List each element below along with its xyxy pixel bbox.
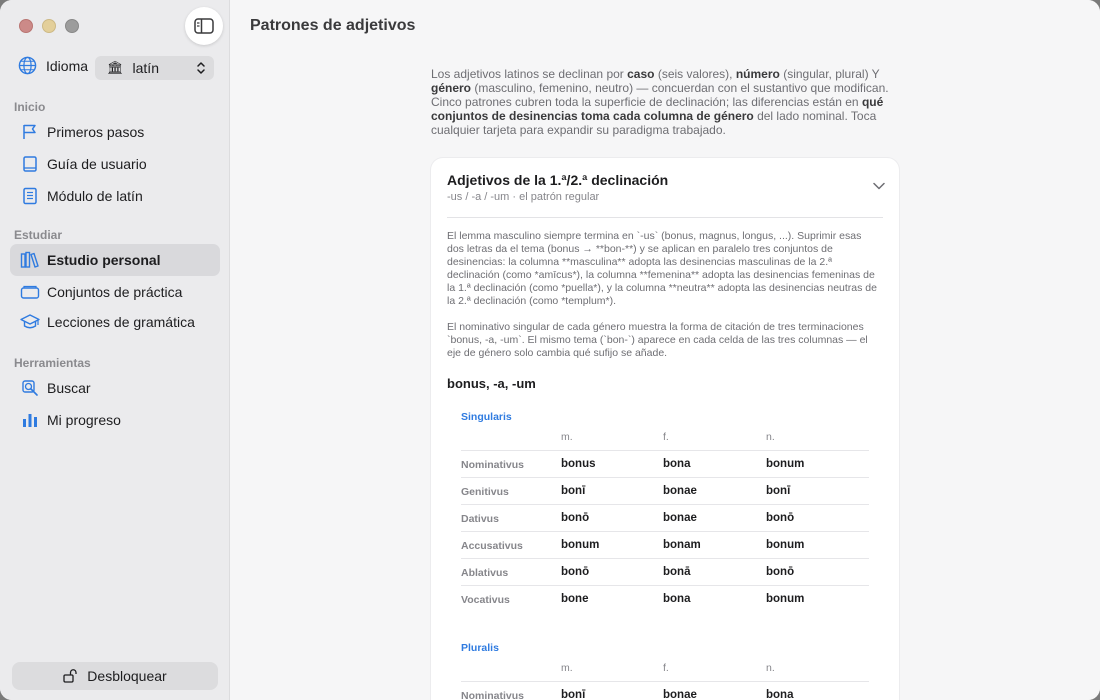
table-row: Nominativus bonī bonae bona (461, 681, 869, 700)
zoom-window-button[interactable] (65, 19, 79, 33)
sidebar-toggle-icon (194, 18, 214, 34)
form-cell: bonō (766, 512, 795, 524)
form-cell: bonō (561, 512, 590, 524)
book-icon (19, 153, 41, 175)
window-controls (19, 19, 79, 33)
sidebar-item-label: Módulo de latín (47, 188, 143, 204)
case-label: Ablativus (461, 567, 509, 579)
form-cell: bonum (766, 539, 805, 551)
intro-text: Los adjetivos latinos se declinan por ca… (431, 67, 889, 137)
form-cell: bonum (766, 458, 805, 470)
form-cell: bonī (561, 485, 586, 497)
sidebar-item-mi-progreso[interactable]: Mi progreso (10, 404, 220, 436)
notebook-icon (19, 185, 41, 207)
form-cell: bonus (561, 458, 596, 470)
app-window: Idioma 🏛 latín Inicio Primeros pasos Guí… (0, 0, 1100, 700)
sidebar: Idioma 🏛 latín Inicio Primeros pasos Guí… (0, 0, 230, 700)
search-icon (19, 377, 41, 399)
column-header: m. (561, 431, 573, 443)
form-cell: bonī (561, 689, 586, 700)
number-label-singular: Singularis (461, 411, 512, 423)
cards-icon (19, 281, 41, 303)
form-cell: bonum (561, 539, 600, 551)
lemma-heading: bonus, -a, -um (447, 376, 536, 391)
unlock-icon (63, 669, 79, 683)
updown-chevron-icon (197, 62, 205, 74)
table-row: Genitivus bonī bonae bonī (461, 477, 869, 504)
language-row: Idioma 🏛 latín (18, 56, 214, 80)
card-title: Adjetivos de la 1.ª/2.ª declinación (447, 172, 669, 188)
form-cell: bona (766, 689, 794, 700)
sidebar-item-label: Conjuntos de práctica (47, 284, 183, 300)
form-cell: bonī (766, 485, 791, 497)
chevron-down-icon[interactable] (873, 182, 885, 190)
form-cell: bona (663, 458, 691, 470)
form-cell: bonum (766, 593, 805, 605)
declension-card[interactable]: Adjetivos de la 1.ª/2.ª declinación -us … (431, 158, 899, 700)
case-label: Accusativus (461, 540, 523, 552)
form-cell: bonae (663, 689, 697, 700)
column-header: f. (663, 662, 669, 674)
sidebar-item-estudio-personal[interactable]: Estudio personal (10, 244, 220, 276)
minimize-window-button[interactable] (42, 19, 56, 33)
sidebar-item-label: Buscar (47, 380, 91, 396)
table-row: Vocativus bone bona bonum (461, 585, 869, 612)
table-row: Ablativus bonō bonā bonō (461, 558, 869, 585)
language-select-value: latín (132, 60, 159, 76)
chart-icon (19, 409, 41, 431)
page-title: Patrones de adjetivos (250, 17, 416, 34)
close-window-button[interactable] (19, 19, 33, 33)
case-label: Nominativus (461, 459, 525, 471)
language-select[interactable]: 🏛 latín (95, 56, 214, 80)
sidebar-item-label: Mi progreso (47, 412, 121, 428)
column-header: n. (766, 662, 775, 674)
card-subtitle: -us / -a / -um · el patrón regular (447, 191, 600, 203)
flag-icon (19, 121, 41, 143)
column-header: m. (561, 662, 573, 674)
sidebar-item-buscar[interactable]: Buscar (10, 372, 220, 404)
sidebar-toggle-button[interactable] (185, 7, 223, 45)
case-label: Genitivus (461, 486, 509, 498)
globe-icon (18, 56, 37, 75)
card-paragraph: El nominativo singular de cada género mu… (447, 321, 868, 359)
form-cell: bone (561, 593, 589, 605)
card-paragraph: El lemma masculino siempre termina en `-… (447, 230, 877, 307)
temple-icon: 🏛 (107, 60, 124, 75)
sidebar-item-guia-de-usuario[interactable]: Guía de usuario (10, 148, 220, 180)
number-label-plural: Pluralis (461, 642, 499, 654)
unlock-label: Desbloquear (87, 668, 167, 684)
sidebar-item-modulo-de-latin[interactable]: Módulo de latín (10, 180, 220, 212)
column-header: f. (663, 431, 669, 443)
table-row: Accusativus bonum bonam bonum (461, 531, 869, 558)
divider (447, 217, 883, 218)
unlock-button[interactable]: Desbloquear (12, 662, 218, 690)
form-cell: bonō (561, 566, 590, 578)
case-label: Dativus (461, 513, 499, 525)
language-label: Idioma (46, 57, 89, 74)
sidebar-item-label: Primeros pasos (47, 124, 145, 140)
section-title-estudiar: Estudiar (14, 228, 63, 242)
case-label: Nominativus (461, 690, 525, 700)
sidebar-item-conjuntos-de-practica[interactable]: Conjuntos de práctica (10, 276, 220, 308)
case-label: Vocativus (461, 594, 510, 606)
form-cell: bonam (663, 539, 701, 551)
sidebar-item-label: Guía de usuario (47, 156, 147, 172)
table-row: Nominativus bonus bona bonum (461, 450, 869, 477)
sidebar-item-label: Lecciones de gramática (47, 314, 195, 330)
main-content: Patrones de adjetivos Los adjetivos lati… (230, 0, 1100, 700)
books-icon (19, 249, 41, 271)
form-cell: bonae (663, 512, 697, 524)
column-header: n. (766, 431, 775, 443)
section-title-herramientas: Herramientas (14, 356, 91, 370)
table-row: Dativus bonō bonae bonō (461, 504, 869, 531)
graduation-cap-icon (19, 311, 41, 333)
sidebar-item-lecciones-de-gramatica[interactable]: Lecciones de gramática (10, 306, 220, 338)
sidebar-item-primeros-pasos[interactable]: Primeros pasos (10, 116, 220, 148)
form-cell: bonā (663, 566, 691, 578)
form-cell: bonae (663, 485, 697, 497)
section-title-inicio: Inicio (14, 100, 46, 114)
sidebar-item-label: Estudio personal (47, 252, 161, 268)
form-cell: bona (663, 593, 691, 605)
form-cell: bonō (766, 566, 795, 578)
